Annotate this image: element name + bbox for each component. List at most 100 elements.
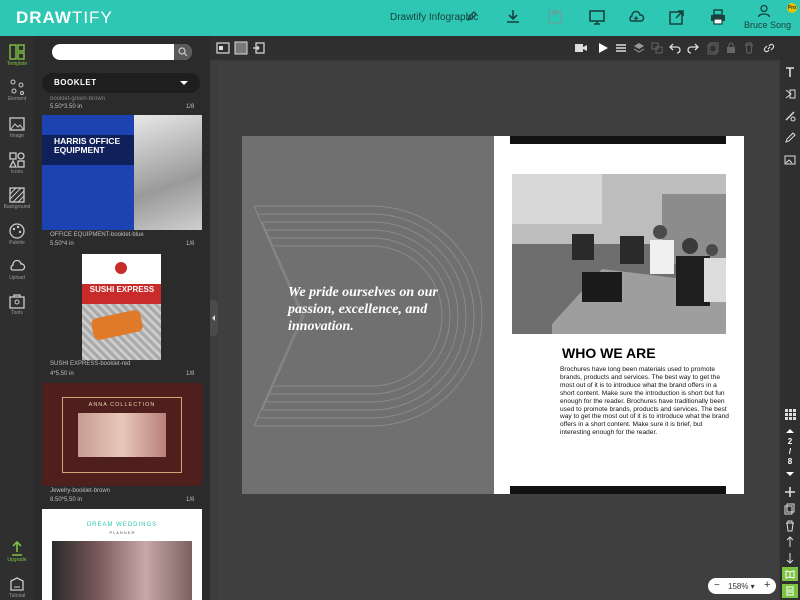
rail-item-element[interactable]: Element — [0, 75, 34, 109]
rail-item-upload[interactable]: Upload — [0, 254, 34, 288]
template-size: 5.50*4 in — [50, 241, 74, 247]
redo-icon[interactable] — [686, 41, 700, 55]
arrange-icon[interactable] — [784, 88, 796, 100]
template-thumbnail-jewelry[interactable]: ANNA COLLECTION — [42, 383, 202, 486]
undo-icon[interactable] — [668, 41, 682, 55]
thumbnail-title: SUSHI EXPRESS — [89, 285, 155, 294]
play-icon[interactable] — [596, 41, 610, 55]
rail-item-template[interactable]: Template — [0, 40, 34, 74]
thumbnail-subtitle: P L A N N E R — [109, 530, 135, 535]
stack-icon[interactable] — [632, 41, 646, 55]
template-name: booklet-green-brown — [50, 96, 106, 102]
lock-icon[interactable] — [724, 41, 738, 55]
duplicate-page-icon[interactable] — [784, 503, 796, 515]
left-nav-rail: Template Element Image Icons Background … — [0, 36, 34, 600]
rail-item-icons[interactable]: Icons — [0, 148, 34, 182]
office-photo[interactable] — [512, 174, 726, 334]
draw-icon[interactable] — [784, 132, 796, 144]
present-icon[interactable] — [588, 8, 606, 26]
rail-item-tools[interactable]: Tools — [0, 289, 34, 323]
palette-icon — [9, 223, 25, 239]
template-thumbnail-wedding[interactable]: DREAM WEDDINGS P L A N N E R — [42, 509, 202, 600]
move-page-up-icon[interactable] — [784, 536, 796, 548]
right-tool-rail — [780, 36, 800, 600]
template-icon — [9, 44, 25, 60]
link-icon[interactable] — [762, 41, 776, 55]
search-button[interactable] — [174, 44, 192, 60]
icons-icon — [8, 152, 25, 168]
zoom-control: − 158% ▾ + — [708, 578, 776, 594]
search-icon — [178, 47, 188, 57]
page-up-icon[interactable] — [784, 425, 796, 437]
body-paragraph[interactable]: Brochures have long been materials used … — [560, 366, 730, 437]
layers-icon[interactable] — [614, 41, 628, 55]
image-icon — [9, 117, 25, 131]
book-view-button[interactable] — [782, 567, 798, 581]
pro-badge: Pro — [787, 3, 797, 13]
page-color-icon[interactable] — [234, 41, 248, 55]
section-heading[interactable]: WHO WE ARE — [562, 345, 656, 361]
add-page-icon[interactable] — [784, 486, 796, 498]
video-icon[interactable] — [574, 41, 588, 55]
pencil-icon[interactable] — [466, 10, 478, 22]
booklet-spread[interactable]: We pride ourselves on our passion, excel… — [242, 136, 744, 494]
rail-item-image[interactable]: Image — [0, 112, 34, 146]
image-tool-icon[interactable] — [784, 154, 796, 166]
trash-icon[interactable] — [742, 41, 756, 55]
template-name: OFFICE EQUIPMENT-booklet-blue — [50, 232, 144, 238]
page-separator: / — [788, 447, 792, 456]
print-icon[interactable] — [709, 8, 727, 26]
search-input[interactable] — [52, 44, 192, 60]
zoom-in-button[interactable]: + — [764, 579, 770, 591]
import-icon[interactable] — [252, 41, 266, 55]
user-icon[interactable] — [757, 4, 771, 18]
page-total: 8 — [787, 457, 793, 466]
right-page[interactable]: WHO WE ARE Brochures have long been mate… — [494, 136, 744, 494]
background-icon — [9, 187, 25, 203]
tutorial-icon — [10, 577, 24, 591]
text-tool-icon[interactable] — [784, 66, 796, 78]
layout-icon[interactable] — [216, 41, 230, 55]
template-panel: BOOKLET booklet-green-brown 5.50*3.50 in… — [34, 36, 210, 600]
template-name: Jewelry-booklet-brown — [50, 488, 111, 494]
collapse-panel-handle[interactable] — [210, 300, 218, 336]
page-down-icon[interactable] — [784, 468, 796, 480]
group-icon[interactable] — [650, 41, 664, 55]
top-bar-shape[interactable] — [510, 136, 726, 144]
thumbnail-title: ANNA COLLECTION — [88, 402, 156, 408]
left-page[interactable]: We pride ourselves on our passion, excel… — [242, 136, 494, 494]
share-icon[interactable] — [668, 8, 686, 26]
page-current: 2 — [787, 437, 793, 446]
template-size: 8.50*5.50 in — [50, 497, 83, 503]
rail-item-palette[interactable]: Palette — [0, 219, 34, 253]
quote-text[interactable]: We pride ourselves on our passion, excel… — [288, 284, 468, 335]
template-pages: 1/8 — [186, 241, 195, 247]
grid-icon[interactable] — [784, 408, 796, 420]
top-bar: DRAWTIFY Drawtify Infographic Bruce Song… — [0, 0, 800, 36]
rail-item-background[interactable]: Background — [0, 183, 34, 217]
rail-item-upgrade[interactable]: Upgrade — [0, 536, 34, 570]
cloud-icon[interactable] — [627, 8, 645, 26]
delete-page-icon[interactable] — [784, 520, 796, 532]
save-icon[interactable] — [546, 8, 564, 26]
template-size: 4*5.50 in — [50, 371, 74, 377]
bottom-bar-shape[interactable] — [510, 486, 726, 494]
app-logo[interactable]: DRAWTIFY — [16, 8, 113, 28]
book-icon — [785, 570, 795, 579]
move-page-down-icon[interactable] — [784, 552, 796, 564]
template-thumbnail-sushi[interactable]: SUSHI EXPRESS — [82, 254, 161, 360]
notes-button[interactable] — [782, 584, 798, 598]
template-thumbnail-office[interactable]: HARRIS OFFICE EQUIPMENT — [42, 115, 202, 230]
download-icon[interactable] — [504, 8, 522, 26]
editor-toolbar — [210, 36, 780, 60]
copy-icon[interactable] — [706, 41, 720, 55]
zoom-level-select[interactable]: 158% ▾ — [728, 582, 755, 591]
category-dropdown[interactable]: BOOKLET — [42, 73, 200, 93]
zoom-out-button[interactable]: − — [714, 580, 720, 591]
upgrade-icon — [12, 540, 22, 556]
user-name[interactable]: Bruce Song — [744, 20, 791, 30]
template-pages: 1/8 — [186, 497, 195, 503]
template-size: 5.50*3.50 in — [50, 104, 83, 110]
effects-icon[interactable] — [784, 110, 796, 122]
rail-item-tutorial[interactable]: Tutorial — [0, 572, 34, 600]
